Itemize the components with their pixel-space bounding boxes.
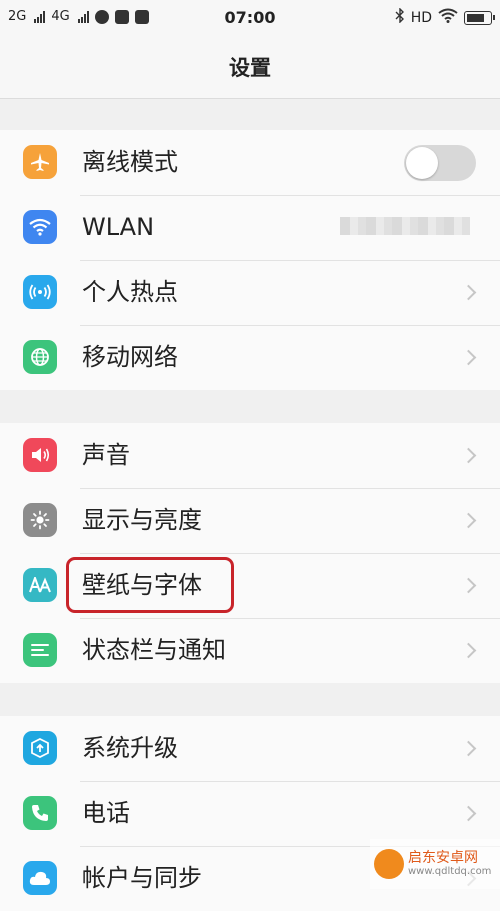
chevron-right-icon <box>460 284 477 301</box>
highlight-annotation-box <box>66 557 234 613</box>
wifi-status-icon <box>438 8 458 27</box>
status-right: HD <box>395 7 495 27</box>
watermark-name: 启东安卓网 <box>408 850 478 866</box>
settings-item-mobile-network[interactable]: 移动网络 <box>0 325 500 390</box>
list-icon <box>23 633 57 667</box>
settings-item-label: 帐户与同步 <box>82 864 202 892</box>
page-title: 设置 <box>229 56 271 80</box>
settings-item-airplane-mode[interactable]: 离线模式 <box>0 130 500 195</box>
watermark-url: www.qdltdq.com <box>408 866 492 877</box>
settings-item-wlan[interactable]: WLAN <box>0 195 500 260</box>
settings-item-wallpaper-font[interactable]: 壁纸与字体 <box>0 553 500 618</box>
upgrade-icon <box>23 731 57 765</box>
speaker-icon <box>23 438 57 472</box>
settings-item-label: 显示与亮度 <box>82 506 202 534</box>
brightness-icon <box>23 503 57 537</box>
chevron-right-icon <box>460 349 477 366</box>
bluetooth-icon <box>395 7 405 27</box>
settings-item-label: 声音 <box>82 441 130 469</box>
status-bar: 2G 4G 07:00 HD <box>0 0 500 36</box>
title-bar: 设置 <box>0 36 500 99</box>
chevron-right-icon <box>460 447 477 464</box>
settings-item-system-upgrade[interactable]: 系统升级 <box>0 716 500 781</box>
settings-item-statusbar-notifications[interactable]: 状态栏与通知 <box>0 618 500 683</box>
settings-item-label: WLAN <box>82 213 155 241</box>
settings-group-display: 声音 显示与亮度 壁纸与字体 状态栏与通知 <box>0 423 500 683</box>
settings-item-label: 移动网络 <box>82 343 178 371</box>
chevron-right-icon <box>460 577 477 594</box>
chevron-right-icon <box>460 805 477 822</box>
watermark: 启东安卓网 www.qdltdq.com <box>370 839 500 889</box>
font-icon <box>23 568 57 602</box>
settings-item-label: 电话 <box>82 799 130 827</box>
settings-item-sound[interactable]: 声音 <box>0 423 500 488</box>
hd-indicator: HD <box>410 9 432 26</box>
settings-item-hotspot[interactable]: 个人热点 <box>0 260 500 325</box>
settings-item-label: 离线模式 <box>82 148 178 176</box>
chevron-right-icon <box>460 512 477 529</box>
globe-icon <box>23 340 57 374</box>
settings-item-label: 个人热点 <box>82 278 178 306</box>
toggle-knob <box>406 147 438 179</box>
airplane-icon <box>23 145 57 179</box>
watermark-logo-icon <box>374 849 404 879</box>
settings-group-network: 离线模式 WLAN 个人热点 移动网络 <box>0 130 500 390</box>
settings-item-display-brightness[interactable]: 显示与亮度 <box>0 488 500 553</box>
hotspot-icon <box>23 275 57 309</box>
wifi-icon <box>23 210 57 244</box>
cloud-icon <box>23 861 57 895</box>
battery-icon <box>464 10 495 25</box>
phone-icon <box>23 796 57 830</box>
settings-item-label: 系统升级 <box>82 734 178 762</box>
settings-item-phone[interactable]: 电话 <box>0 781 500 846</box>
airplane-mode-toggle[interactable] <box>404 145 476 181</box>
settings-item-label: 状态栏与通知 <box>82 636 226 664</box>
wlan-network-name-blurred <box>340 217 470 235</box>
chevron-right-icon <box>460 642 477 659</box>
chevron-right-icon <box>460 740 477 757</box>
